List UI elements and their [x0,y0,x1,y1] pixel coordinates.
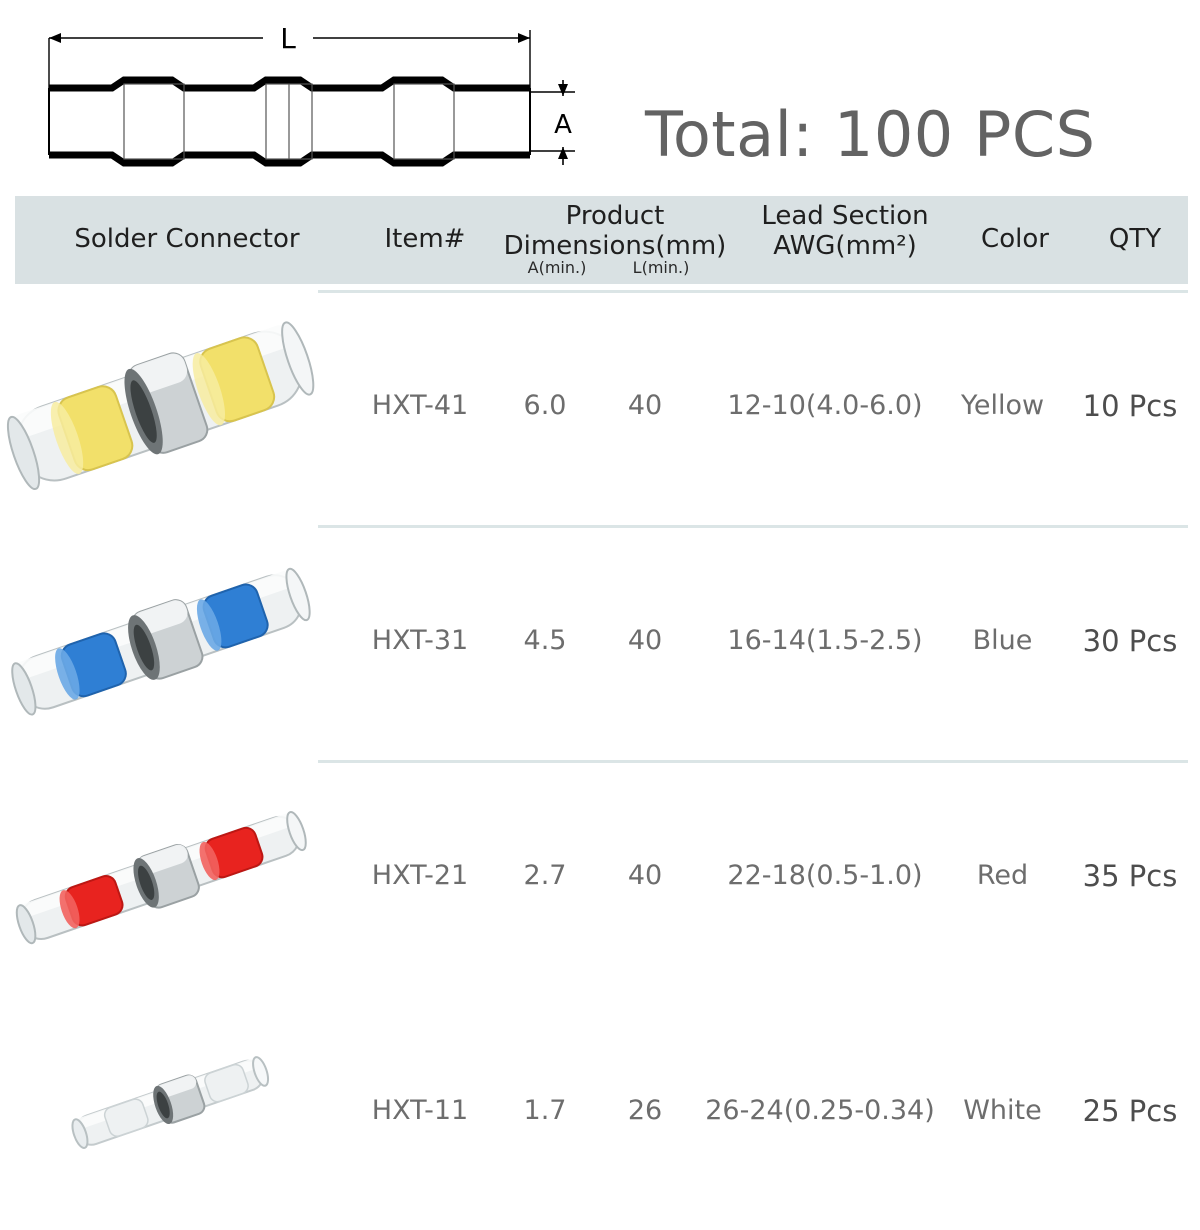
cell-color: Yellow [960,390,1045,421]
column-header-a-min: A(min.) [527,258,587,277]
column-header-connector: Solder Connector [74,224,300,254]
length-label: L [280,22,296,55]
cell-a-min: 2.7 [523,860,567,891]
column-header-item: Item# [384,224,466,254]
cell-a-min: 4.5 [523,625,567,656]
cell-qty: 10 Pcs [1082,389,1178,423]
row-divider [318,290,1188,293]
cell-item: HXT-11 [371,1095,469,1126]
column-header-color: Color [981,224,1049,254]
table-row: HXT-41 6.0 40 12-10(4.0-6.0) Yellow 10 P… [0,290,1200,525]
cell-color: Red [976,860,1029,891]
cell-color: White [963,1095,1042,1126]
technical-drawing: L A [48,22,575,167]
cell-lead-section: 26-24(0.25-0.34) [705,1095,935,1126]
cell-item: HXT-31 [371,625,469,656]
column-header-dimensions-line1: Product [565,201,665,231]
cell-a-min: 1.7 [523,1095,567,1126]
table-row: HXT-31 4.5 40 16-14(1.5-2.5) Blue 30 Pcs [0,525,1200,760]
solder-connector-red-image [15,811,307,945]
cell-lead-section: 22-18(0.5-1.0) [727,860,923,891]
cell-qty: 35 Pcs [1082,859,1178,893]
solder-connector-white-image [71,1056,270,1149]
cell-l-min: 40 [627,625,663,656]
table-row: HXT-11 1.7 26 26-24(0.25-0.34) White 25 … [0,995,1200,1230]
cell-lead-section: 12-10(4.0-6.0) [727,390,923,421]
cell-item: HXT-21 [371,860,469,891]
cell-a-min: 6.0 [523,390,567,421]
connector-outline [48,76,531,167]
cell-l-min: 40 [627,860,663,891]
solder-connector-blue-image [11,567,311,716]
column-header-dimensions: Product Dimensions(mm) [495,201,735,261]
column-header-lead-section: Lead Section AWG(mm²) [715,201,975,261]
solder-connector-yellow-image [6,321,315,491]
row-divider [318,525,1188,528]
cell-color: Blue [972,625,1033,656]
column-header-qty: QTY [1108,224,1162,254]
cell-lead-section: 16-14(1.5-2.5) [727,625,923,656]
cell-item: HXT-41 [371,390,469,421]
column-header-l-min: L(min.) [632,258,690,277]
cell-l-min: 40 [627,390,663,421]
row-divider [318,760,1188,763]
total-quantity-label: Total: 100 PCS [645,98,1096,171]
column-header-lead-line2: AWG(mm²) [773,231,917,261]
table-header-row: Solder Connector Item# Product Dimension… [15,196,1188,284]
cell-qty: 25 Pcs [1082,1094,1178,1128]
column-header-dimensions-line2: Dimensions(mm) [503,231,727,261]
table-row: HXT-21 2.7 40 22-18(0.5-1.0) Red 35 Pcs [0,760,1200,995]
cell-qty: 30 Pcs [1082,624,1178,658]
diameter-label: A [554,110,572,140]
column-header-lead-line1: Lead Section [761,201,929,231]
